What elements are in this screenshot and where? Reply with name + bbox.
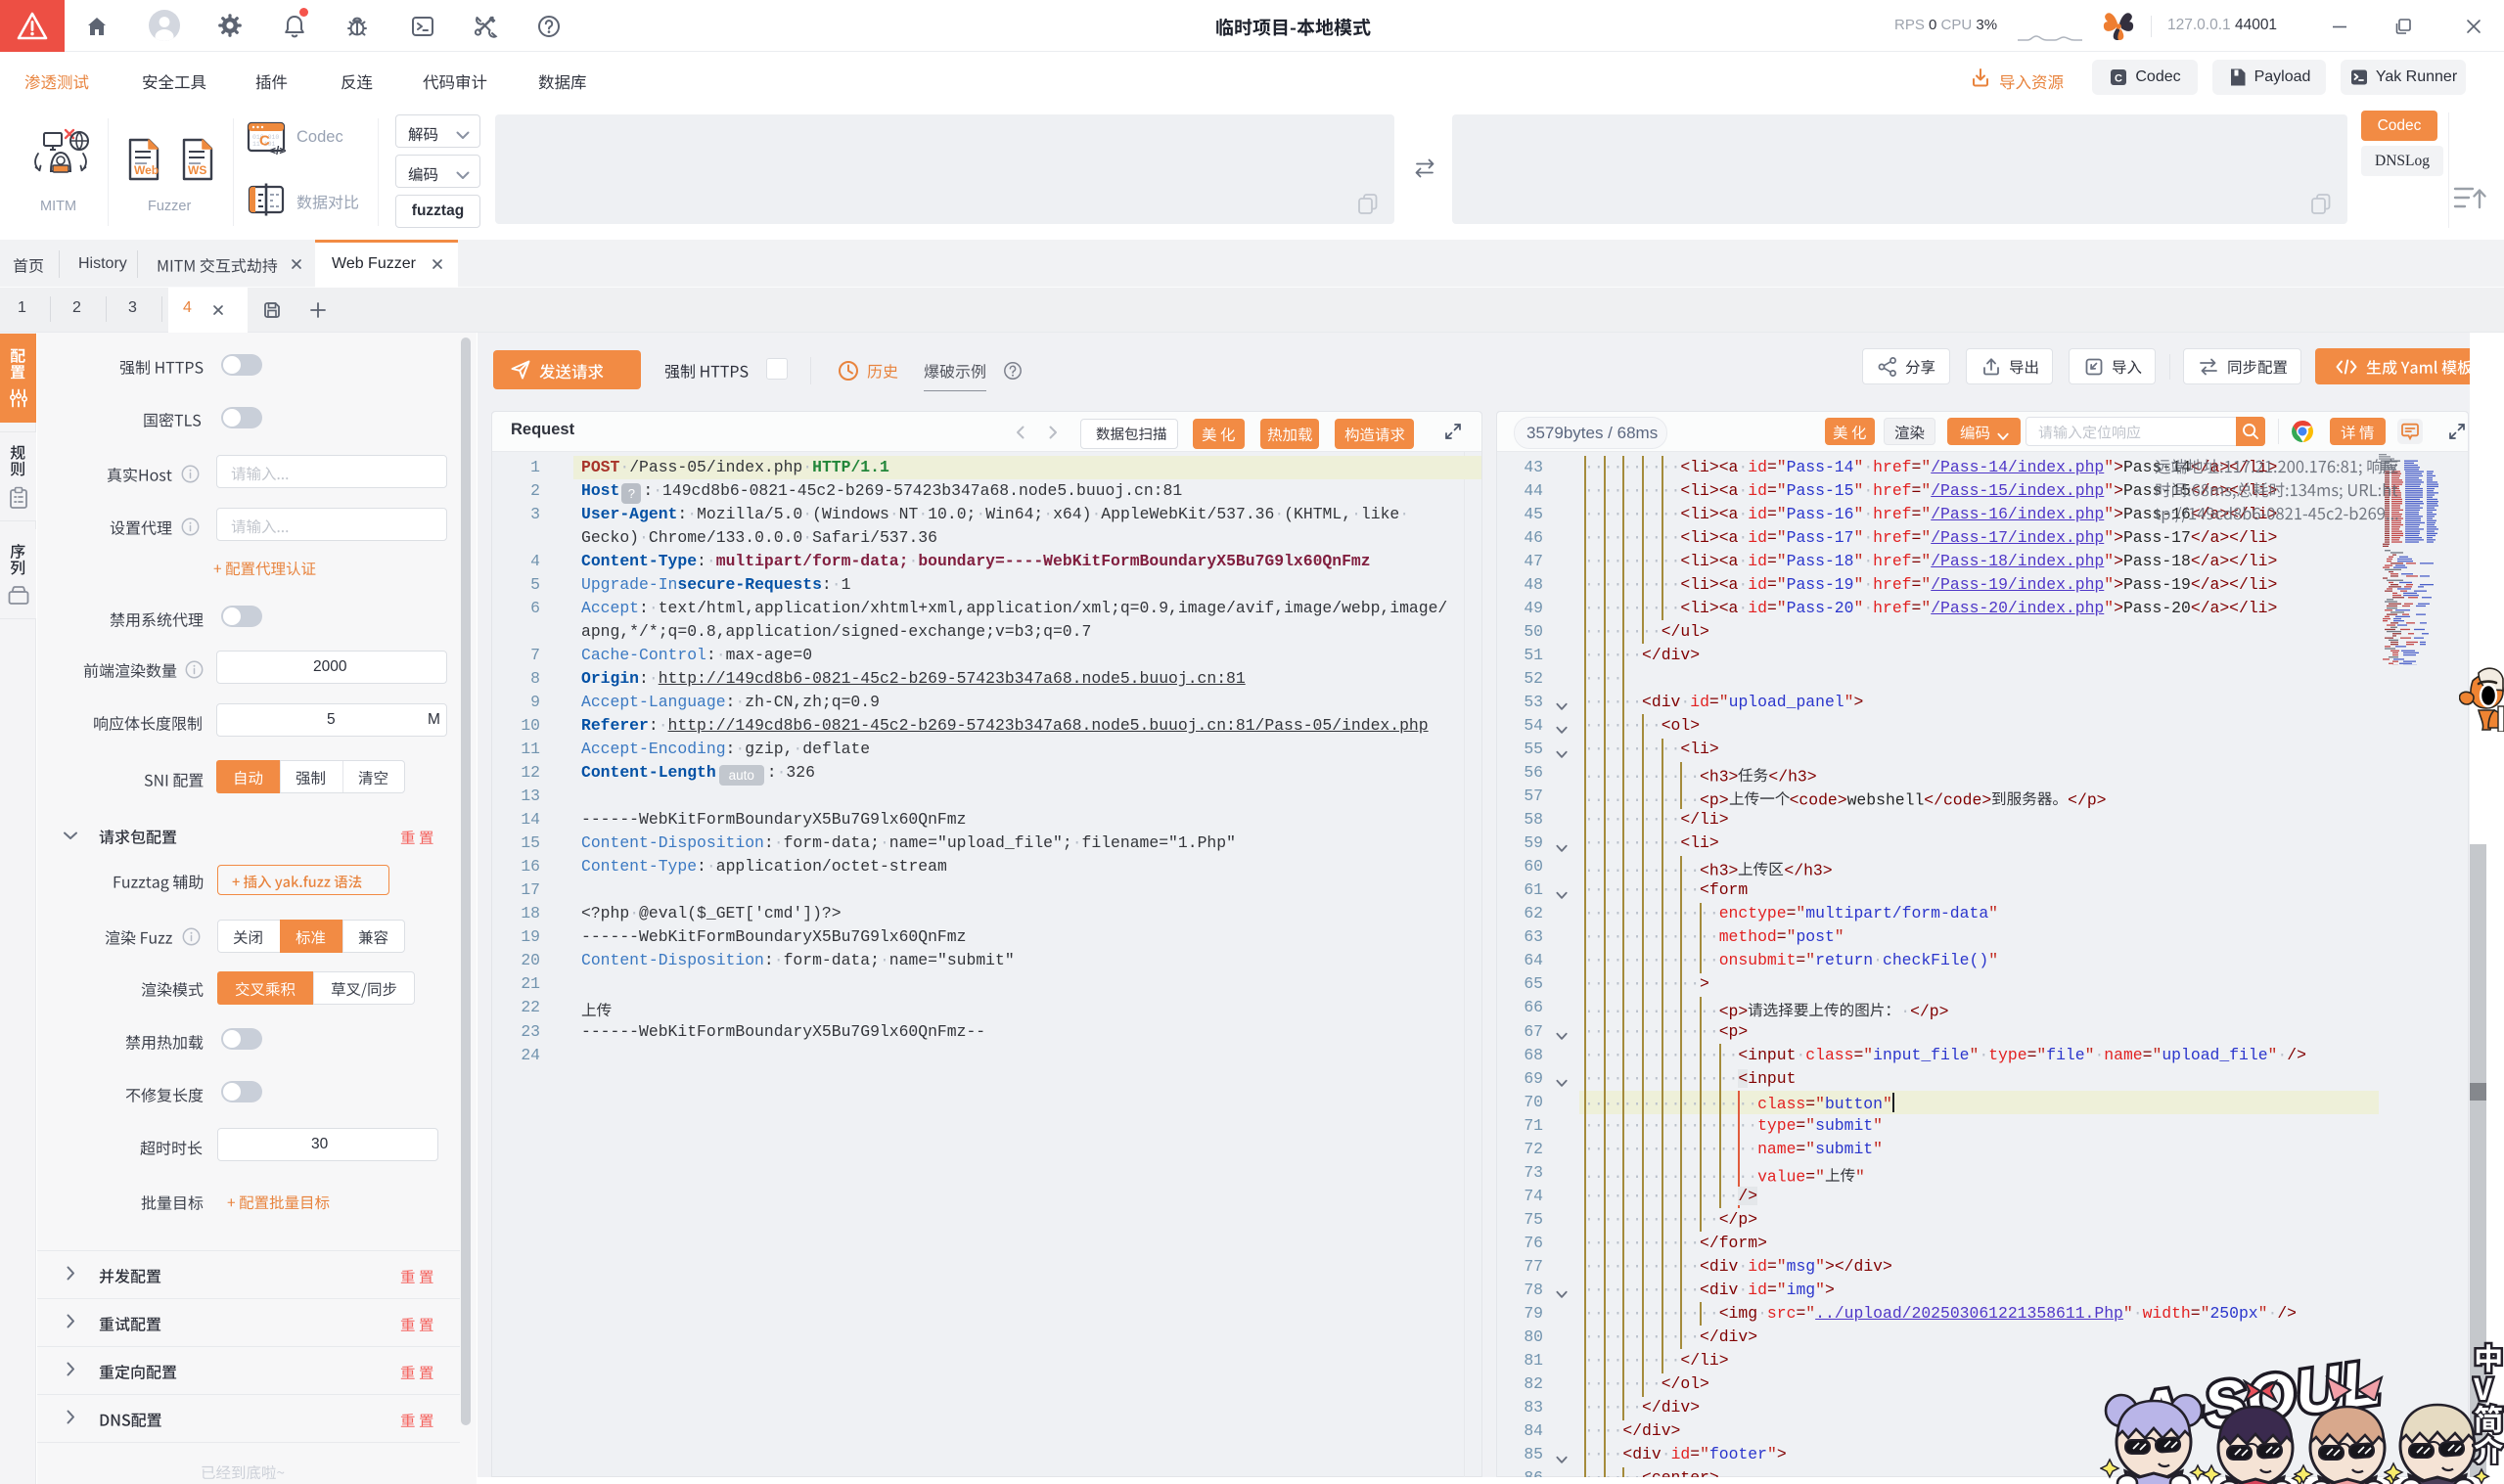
svg-text:WS: WS — [188, 163, 206, 177]
svg-text:</>: </> — [269, 144, 286, 157]
svg-text:C: C — [2115, 73, 2122, 85]
svg-text:Web: Web — [134, 163, 159, 177]
